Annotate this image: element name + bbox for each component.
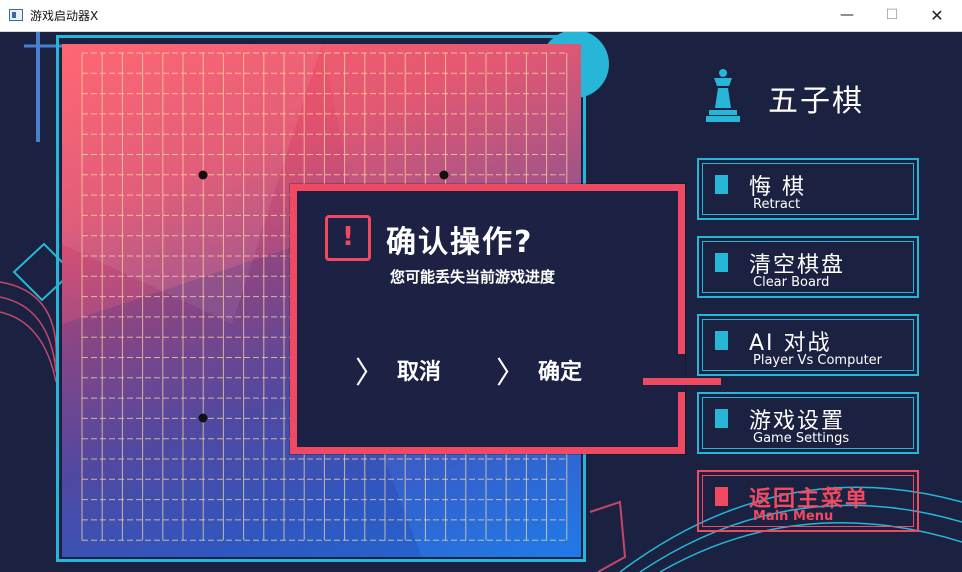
menu-marker-icon — [715, 487, 728, 506]
dialog-subtitle: 您可能丢失当前游戏进度 — [390, 268, 556, 286]
dialog-title: 确认操作? — [386, 225, 534, 260]
confirm-label: 确定 — [538, 360, 583, 385]
star-point — [439, 170, 449, 180]
retract-sublabel: Retract — [753, 197, 801, 212]
retract-button[interactable]: 悔 棋 Retract — [697, 158, 919, 220]
app-icon — [9, 9, 23, 21]
dialog-border — [290, 184, 685, 191]
star-point — [198, 413, 208, 423]
warning-icon: ! — [325, 215, 371, 261]
cancel-label: 取消 — [397, 360, 442, 385]
dialog-border — [290, 184, 297, 454]
dialog-accent-stripe — [643, 378, 721, 385]
menu-marker-icon — [715, 175, 728, 194]
chevron-right-icon: 〉 — [496, 356, 526, 391]
game-settings-button[interactable]: 游戏设置 Game Settings — [697, 392, 919, 454]
clear-board-sublabel: Clear Board — [753, 275, 830, 290]
game-launcher-window: 游戏启动器X — ☐ ✕ ! 确认操作? 您可能丢失当前游戏进度 〉 取消 〉 … — [0, 0, 962, 572]
chevron-right-icon: 〉 — [355, 356, 385, 391]
dialog-border — [678, 392, 685, 454]
main-menu-button[interactable]: 返回主菜单 Main Menu — [697, 470, 919, 532]
confirm-button[interactable]: 〉 确定 — [496, 352, 583, 391]
chess-queen-icon — [706, 69, 740, 122]
game-title: 五子棋 — [768, 84, 864, 119]
cancel-button[interactable]: 〉 取消 — [355, 352, 442, 391]
menu-marker-icon — [715, 331, 728, 350]
deco-curve — [0, 296, 57, 373]
clear-board-button[interactable]: 清空棋盘 Clear Board — [697, 236, 919, 298]
dialog-border — [290, 447, 685, 454]
title-bar: 游戏启动器X — ☐ ✕ — [0, 0, 962, 32]
game-area: ! 确认操作? 您可能丢失当前游戏进度 〉 取消 〉 确定 五子棋 悔 棋 Re… — [0, 32, 962, 572]
ai-battle-button[interactable]: AI 对战 Player Vs Computer — [697, 314, 919, 376]
minimize-button[interactable]: — — [824, 0, 870, 31]
star-point — [198, 170, 208, 180]
game-settings-sublabel: Game Settings — [753, 431, 850, 446]
maximize-button[interactable]: ☐ — [869, 0, 915, 31]
dialog-border — [678, 184, 685, 354]
close-button[interactable]: ✕ — [914, 0, 960, 31]
menu-marker-icon — [715, 253, 728, 272]
main-menu-sublabel: Main Menu — [753, 509, 834, 524]
deco-shape — [589, 500, 627, 572]
deco-curve — [0, 311, 57, 383]
ai-battle-sublabel: Player Vs Computer — [753, 353, 883, 368]
menu-marker-icon — [715, 409, 728, 428]
window-title: 游戏启动器X — [30, 9, 99, 23]
